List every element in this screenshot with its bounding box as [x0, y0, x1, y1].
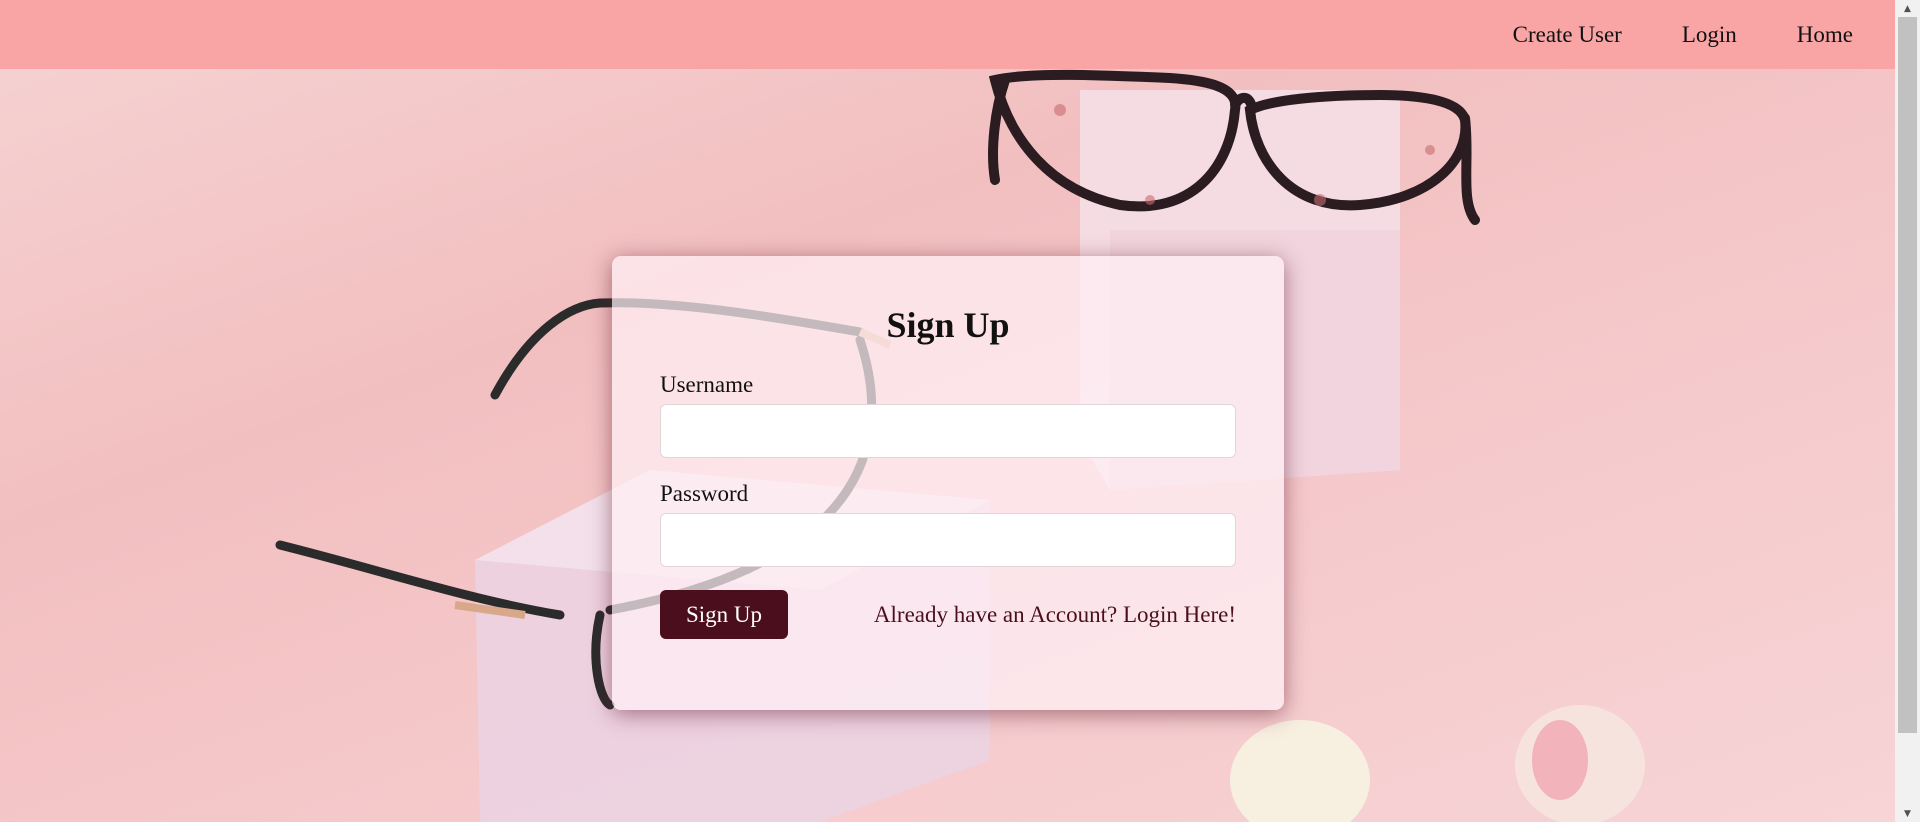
scrollbar-thumb[interactable] — [1898, 17, 1917, 733]
password-label: Password — [660, 481, 749, 506]
nav-create-user-link[interactable]: Create User — [1513, 22, 1622, 48]
nav-login-link[interactable]: Login — [1682, 22, 1737, 48]
password-input[interactable] — [660, 513, 1236, 567]
form-actions: Sign Up Already have an Account? Login H… — [660, 590, 1236, 639]
top-navbar: Create User Login Home — [0, 0, 1895, 69]
login-here-link[interactable]: Already have an Account? Login Here! — [874, 602, 1236, 628]
username-input[interactable] — [660, 404, 1236, 458]
signup-title: Sign Up — [886, 305, 1010, 345]
scroll-down-icon[interactable]: ▼ — [1895, 805, 1920, 822]
nav-home-link[interactable]: Home — [1797, 22, 1853, 48]
username-label: Username — [660, 372, 754, 397]
signup-button[interactable]: Sign Up — [660, 590, 788, 639]
scroll-up-icon[interactable]: ▲ — [1895, 0, 1920, 17]
signup-card: Sign Up Username Password Sign Up Alread… — [612, 256, 1284, 710]
vertical-scrollbar[interactable]: ▲ ▼ — [1895, 0, 1920, 822]
